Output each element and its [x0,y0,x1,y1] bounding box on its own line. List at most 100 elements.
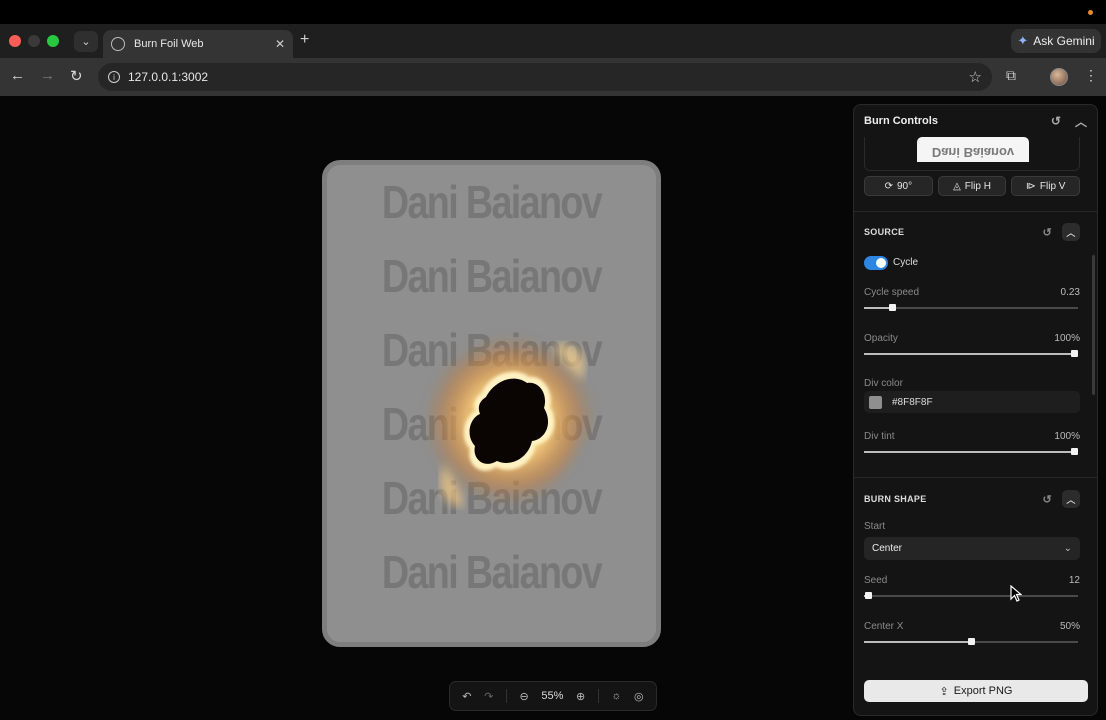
center-x-label: Center X [864,621,904,632]
zoom-in-icon[interactable]: ⊕ [576,690,585,703]
profile-avatar[interactable] [1050,68,1068,86]
back-button[interactable]: ← [10,67,25,84]
minimize-window-button[interactable] [28,35,40,47]
recording-indicator [1088,10,1093,15]
seed-row: Seed 12 [864,575,1080,586]
opacity-value: 100% [1054,333,1080,344]
seed-label: Seed [864,575,888,586]
export-png-button[interactable]: ⇪ Export PNG [864,680,1088,702]
cycle-label: Cycle [893,257,919,268]
browser-menu-icon[interactable]: ⋮ [1084,67,1098,84]
site-info-icon[interactable]: i [108,71,120,83]
rotate-label: 90° [896,180,913,192]
brightness-icon[interactable]: ☼ [611,690,621,702]
tab-title: Burn Foil Web [134,38,204,50]
burn-shape-collapse-icon[interactable]: ︿ [1062,490,1080,508]
cycle-speed-slider[interactable] [864,304,1078,312]
extensions-icon[interactable]: ⧉ [1006,67,1016,84]
burn-controls-panel: Burn Controls ↺ ︿ Dani Baianov ⟳ 90° ◬ Fli… [853,104,1098,716]
slider-thumb[interactable] [1071,448,1078,455]
start-row: Start [864,521,1080,532]
slider-thumb[interactable] [1071,350,1078,357]
close-window-button[interactable] [9,35,21,47]
burn-shape-reset-icon[interactable]: ↺ [1042,493,1052,506]
redo-icon[interactable]: ↷ [484,690,493,703]
slider-thumb[interactable] [888,304,896,311]
burn-shape-section-header: BURN SHAPE ↺ ︿ [864,489,1080,509]
maximize-window-button[interactable] [47,35,59,47]
flip-v-button[interactable]: ⧐ Flip V [1011,176,1081,196]
burn-shape-section-title: BURN SHAPE [864,494,927,504]
source-section-header: SOURCE ↺ ︿ [864,222,1080,242]
reload-button[interactable]: ↻ [70,67,83,85]
app-canvas-area: Dani Baianov Dani Baianov Dani Baianov D… [0,96,1106,720]
center-x-value: 50% [1059,621,1080,632]
mouse-cursor-icon [1010,585,1022,602]
foil-card[interactable]: Dani Baianov Dani Baianov Dani Baianov D… [322,160,661,647]
flip-h-button[interactable]: ◬ Flip H [937,176,1007,196]
toolbar-divider [597,689,599,703]
new-tab-button[interactable]: + [300,31,309,49]
slider-thumb[interactable] [865,592,873,599]
upload-icon: ⇪ [939,685,949,698]
address-bar[interactable]: i 127.0.0.1:3002 ☆ [98,63,992,91]
start-select[interactable]: Center ⌄ [864,537,1080,560]
source-collapse-icon[interactable]: ︿ [1062,223,1080,241]
slider-track [864,307,1078,309]
chevron-down-icon: ⌄ [81,36,91,48]
forward-button[interactable]: → [40,67,55,84]
ask-gemini-button[interactable]: ✦ Ask Gemini [1011,29,1101,53]
chevron-up-icon[interactable]: ︿ [1075,113,1087,130]
zoom-level: 55% [541,690,564,702]
watermark-line: Dani Baianov [381,250,603,302]
chevron-down-icon: ⌄ [1063,543,1072,554]
div-tint-row: Div tint 100% [864,431,1080,442]
seed-slider[interactable] [864,592,1078,600]
div-tint-value: 100% [1054,431,1080,442]
close-tab-icon[interactable]: ✕ [275,37,285,51]
div-color-value: #8F8F8F [892,396,933,408]
cycle-speed-label: Cycle speed [864,287,920,298]
preview-text: Dani Baianov [917,137,1029,162]
source-reset-icon[interactable]: ↺ [1042,226,1052,239]
cycle-speed-row: Cycle speed 0.23 [864,287,1080,298]
cycle-toggle[interactable] [864,256,888,270]
reset-icon[interactable]: ↺ [1051,114,1061,128]
url-text: 127.0.0.1:3002 [128,70,209,84]
opacity-row: Opacity 100% [864,333,1080,344]
color-swatch[interactable] [869,395,882,409]
source-preview: Dani Baianov [864,137,1080,171]
browser-toolbar: ← → ↻ i 127.0.0.1:3002 ☆ ⧉ ⋮ [0,58,1106,96]
flip-h-label: Flip H [964,180,991,192]
slider-fill [864,353,1078,355]
start-label: Start [864,521,886,532]
div-color-field[interactable]: #8F8F8F [864,391,1080,413]
flip-v-label: Flip V [1039,180,1066,192]
flip-h-icon: ◬ [953,180,961,192]
transform-buttons: ⟳ 90° ◬ Flip H ⧐ Flip V [864,176,1081,196]
opacity-slider[interactable] [864,350,1078,358]
screen-top-strip [0,0,1106,24]
rotate-button[interactable]: ⟳ 90° [864,176,933,196]
start-select-value: Center [872,543,903,554]
div-tint-label: Div tint [864,431,895,442]
panel-header: Burn Controls ↺ ︿ [854,105,1097,137]
section-divider [854,477,1097,478]
watermark-line: Dani Baianov [381,176,603,228]
ask-gemini-label: Ask Gemini [1033,34,1095,48]
center-x-slider[interactable] [864,638,1078,646]
zoom-out-icon[interactable]: ⊖ [520,690,529,703]
source-section-title: SOURCE [864,227,905,237]
cycle-speed-value: 0.23 [1060,287,1080,298]
browser-tab[interactable]: Burn Foil Web ✕ [103,30,293,58]
watermark-line: Dani Baianov [381,546,603,598]
panel-scrollbar[interactable] [1092,255,1095,395]
burn-hole [425,336,595,506]
div-tint-slider[interactable] [864,448,1078,456]
tab-search-button[interactable]: ⌄ [74,31,98,52]
slider-thumb[interactable] [968,638,975,645]
undo-icon[interactable]: ↶ [462,690,471,703]
target-icon[interactable]: ◎ [634,690,644,703]
bookmark-star-icon[interactable]: ☆ [969,68,982,86]
slider-fill [864,307,892,309]
